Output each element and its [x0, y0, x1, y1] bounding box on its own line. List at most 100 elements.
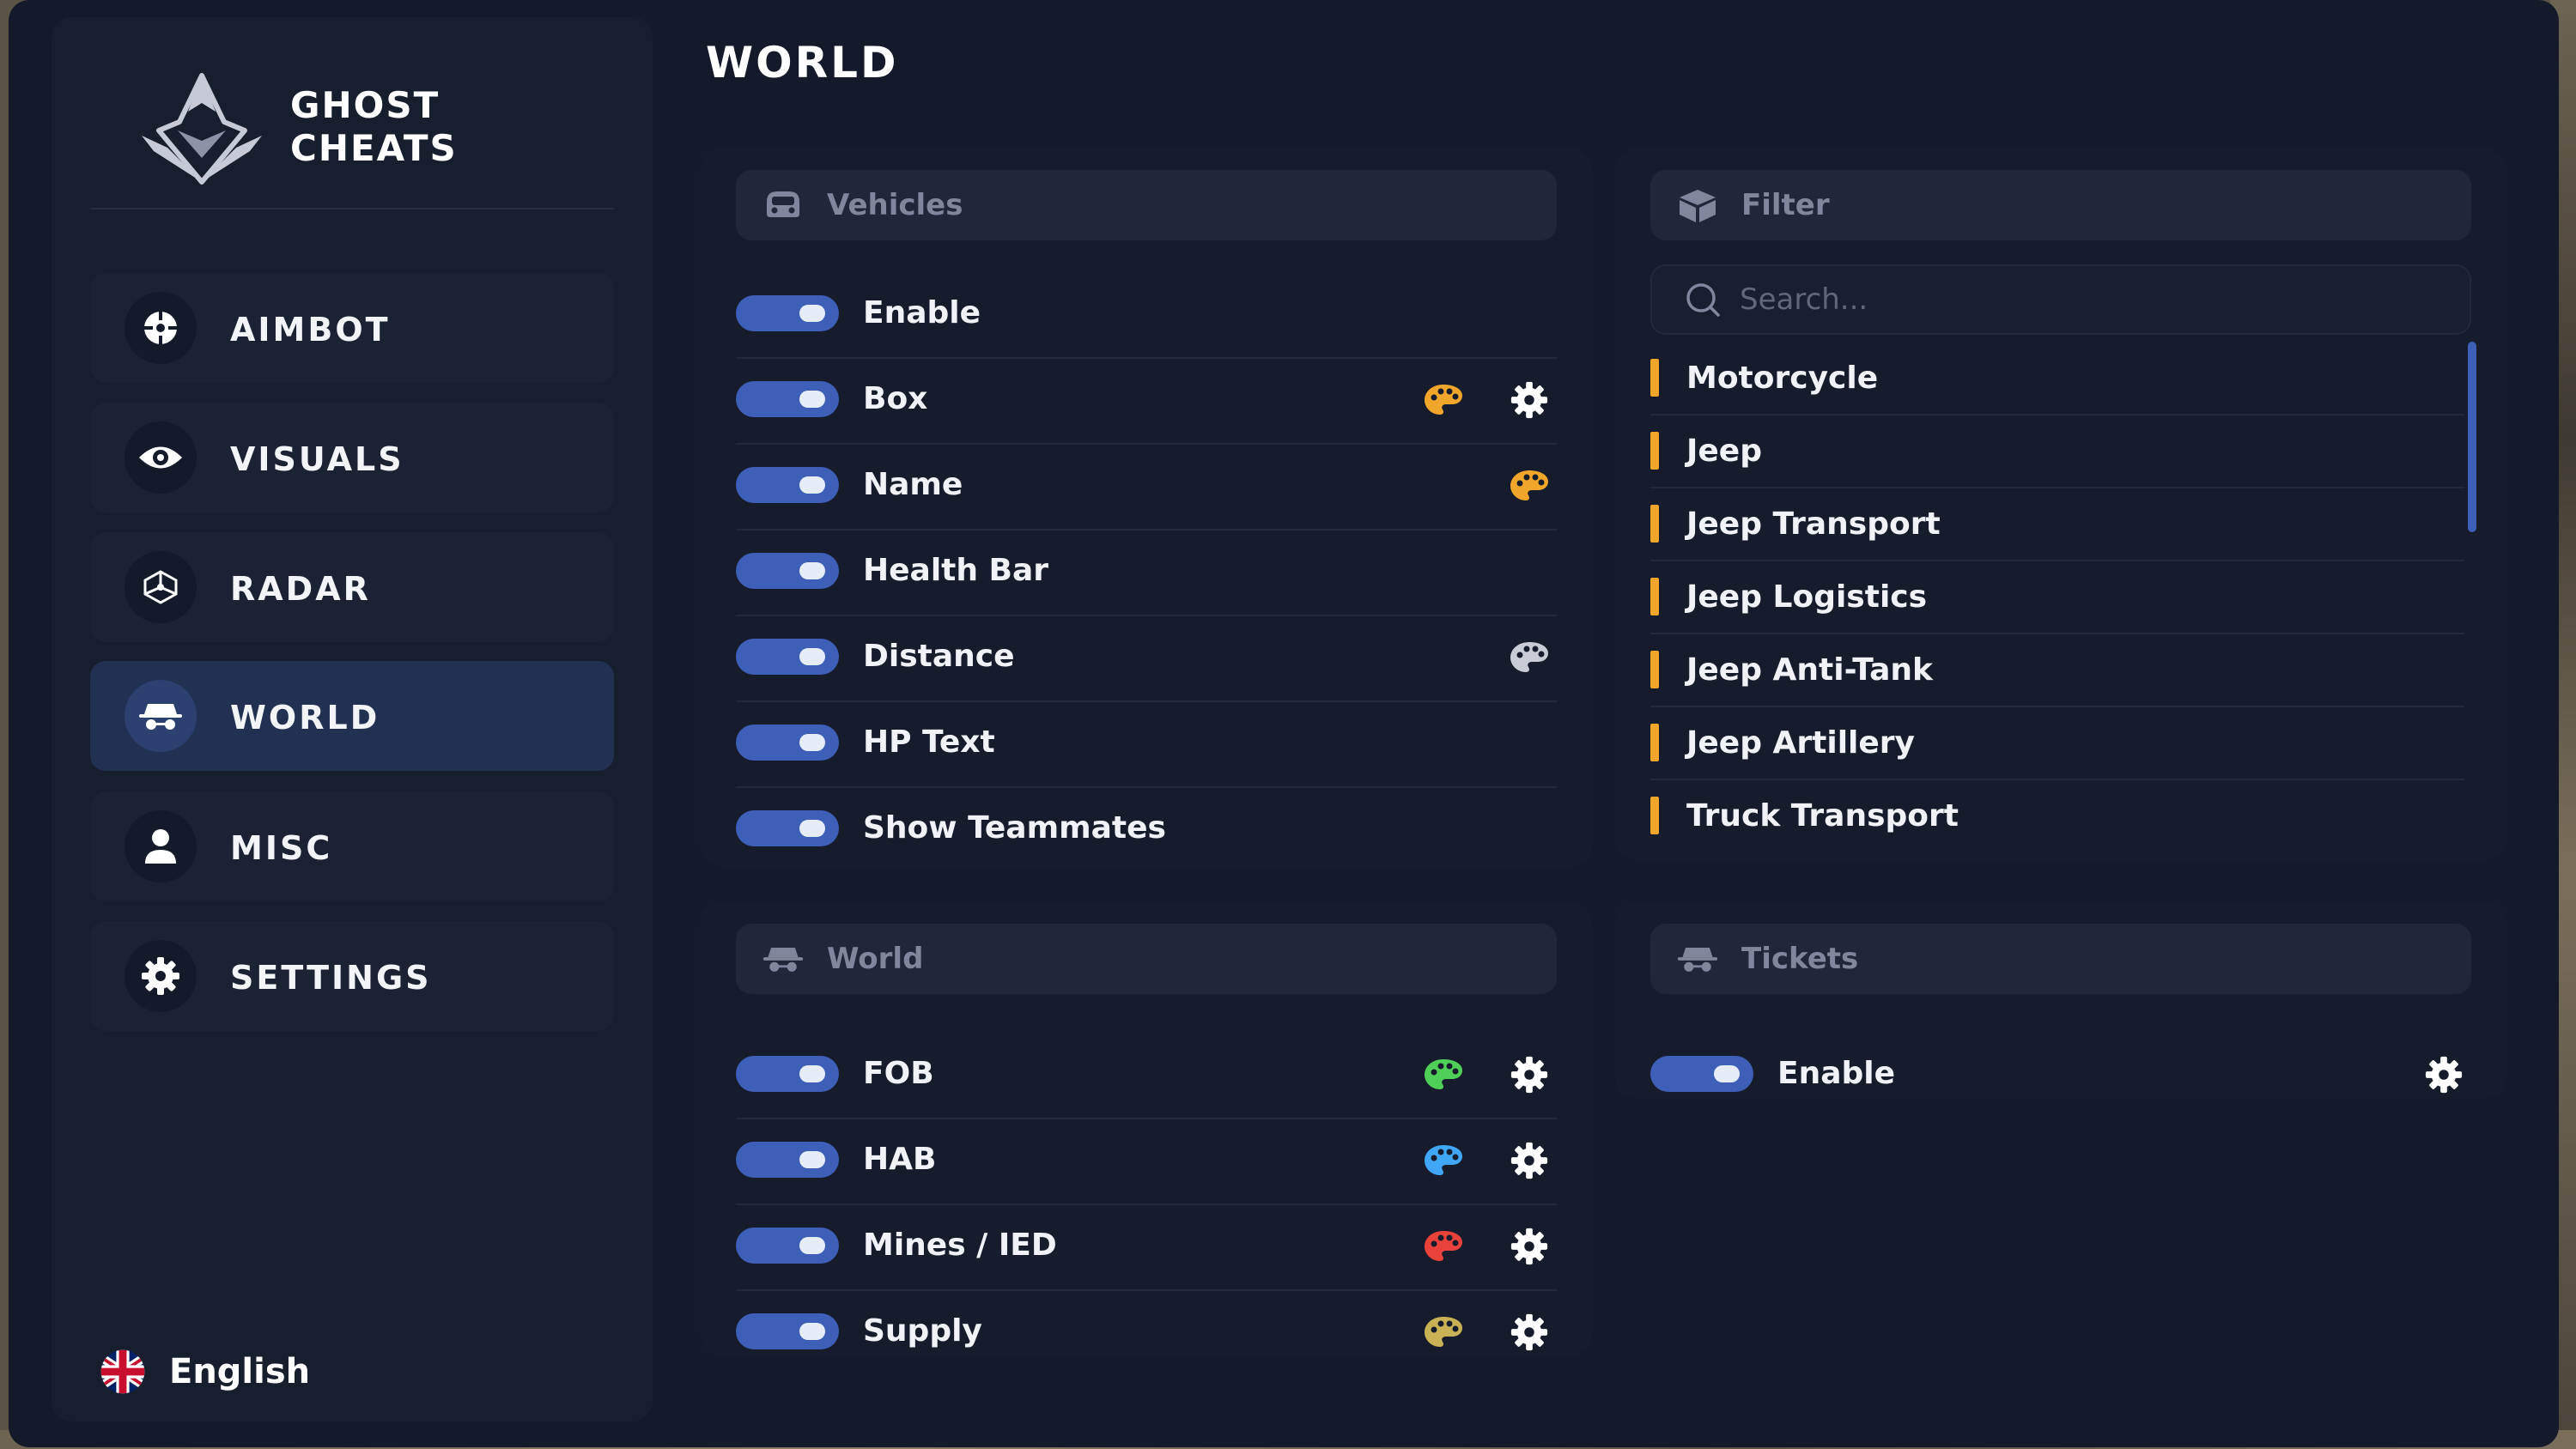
- toggle-knob: [799, 391, 825, 408]
- world-row-fob: FOB: [736, 1032, 1557, 1119]
- sidebar-item-label: WORLD: [230, 699, 380, 737]
- tickets-panel-header: Tickets: [1650, 924, 2471, 994]
- tickets-row-enable: Enable: [1650, 1032, 2471, 1118]
- vehicles-row-name: Name: [736, 443, 1557, 530]
- search-input[interactable]: [1738, 282, 2257, 318]
- vehicles-panel-title: Vehicles: [827, 188, 963, 222]
- spy-icon: [762, 948, 804, 972]
- search-icon: [1686, 283, 1720, 317]
- toggle-knob: [799, 734, 825, 751]
- color-palette-icon[interactable]: [1423, 1228, 1464, 1265]
- gear-icon[interactable]: [1509, 1142, 1550, 1179]
- tickets-panel-title: Tickets: [1741, 942, 1859, 976]
- gear-icon[interactable]: [1509, 1056, 1550, 1094]
- row-label: Mines / IED: [863, 1228, 1057, 1263]
- gear-icon[interactable]: [1509, 1228, 1550, 1265]
- color-palette-icon[interactable]: [1423, 1142, 1464, 1179]
- filter-item-jeep-anti-tank[interactable]: Jeep Anti-Tank: [1650, 634, 2464, 707]
- sidebar-item-settings[interactable]: SETTINGS: [90, 921, 614, 1031]
- sidebar-item-radar[interactable]: RADAR: [90, 532, 614, 642]
- toggle-knob: [799, 820, 825, 837]
- filter-item-motorcycle[interactable]: Motorcycle: [1650, 342, 2464, 415]
- box-icon: [1680, 190, 1716, 222]
- color-palette-icon[interactable]: [1509, 467, 1550, 505]
- page-title: WORLD: [706, 38, 899, 88]
- vehicles-panel-header: Vehicles: [736, 170, 1557, 240]
- toggle-knob: [799, 305, 825, 322]
- color-palette-icon[interactable]: [1509, 639, 1550, 676]
- filter-item-accent: [1650, 724, 1659, 761]
- filter-item-label: Jeep Artillery: [1686, 725, 1916, 761]
- world-row-mines-ied: Mines / IED: [736, 1203, 1557, 1291]
- vehicles-row-health-bar: Health Bar: [736, 529, 1557, 616]
- filter-item-label: Truck Transport: [1686, 798, 1959, 834]
- color-palette-icon[interactable]: [1423, 381, 1464, 419]
- toggle-knob: [799, 562, 825, 579]
- mines-ied-toggle[interactable]: [736, 1228, 839, 1264]
- gear-icon: [125, 940, 197, 1012]
- toggle-knob: [799, 476, 825, 494]
- world-row-supply: Supply: [736, 1289, 1557, 1375]
- row-label: HP Text: [863, 724, 995, 760]
- enable-toggle[interactable]: [736, 295, 839, 331]
- filter-scrollbar[interactable]: [2468, 342, 2476, 532]
- brand-line-2: CHEATS: [290, 127, 458, 169]
- sidebar-item-aimbot[interactable]: AIMBOT: [90, 273, 614, 383]
- world-panel-title: World: [827, 942, 924, 976]
- language-selector[interactable]: English: [90, 1349, 310, 1394]
- car-icon: [767, 191, 799, 217]
- sidebar-item-label: SETTINGS: [230, 959, 432, 997]
- hp-text-toggle[interactable]: [736, 724, 839, 761]
- row-label: HAB: [863, 1142, 937, 1177]
- eye-icon: [125, 421, 197, 494]
- radar-icon: [125, 551, 197, 623]
- tickets-enable-toggle[interactable]: [1650, 1056, 1753, 1092]
- filter-item-label: Jeep Logistics: [1686, 579, 1928, 615]
- health-bar-toggle[interactable]: [736, 553, 839, 589]
- filter-panel-header: Filter: [1650, 170, 2471, 240]
- gear-icon[interactable]: [1509, 1313, 1550, 1351]
- filter-item-accent: [1650, 651, 1659, 688]
- sidebar-item-visuals[interactable]: VISUALS: [90, 403, 614, 512]
- vehicles-row-enable: Enable: [736, 271, 1557, 359]
- filter-item-truck-transport[interactable]: Truck Transport: [1650, 779, 2464, 852]
- tickets-panel: Tickets Enable: [1614, 901, 2507, 1099]
- world-panel: World FOB HAB Mines / IED Supply: [700, 901, 1593, 1356]
- vehicles-row-show-teammates: Show Teammates: [736, 786, 1557, 872]
- world-panel-header: World: [736, 924, 1557, 994]
- color-palette-icon[interactable]: [1423, 1056, 1464, 1094]
- box-toggle[interactable]: [736, 381, 839, 417]
- spy-icon: [1677, 948, 1718, 972]
- vehicles-row-box: Box: [736, 357, 1557, 445]
- filter-panel: Filter Motorcycle Jeep Jeep Transport Je…: [1614, 148, 2507, 860]
- supply-toggle[interactable]: [736, 1313, 839, 1349]
- show-teammates-toggle[interactable]: [736, 810, 839, 846]
- filter-item-jeep-artillery[interactable]: Jeep Artillery: [1650, 706, 2464, 780]
- filter-item-accent: [1650, 578, 1659, 615]
- sidebar-item-misc[interactable]: MISC: [90, 791, 614, 901]
- distance-toggle[interactable]: [736, 639, 839, 675]
- row-label: Show Teammates: [863, 810, 1166, 846]
- gear-icon[interactable]: [1509, 381, 1550, 419]
- sidebar-item-label: MISC: [230, 829, 333, 867]
- filter-item-jeep-logistics[interactable]: Jeep Logistics: [1650, 561, 2464, 634]
- brand-name: GHOST CHEATS: [290, 84, 458, 170]
- sidebar-item-world[interactable]: WORLD: [90, 661, 614, 771]
- row-label: Box: [863, 381, 928, 416]
- filter-panel-title: Filter: [1741, 188, 1830, 222]
- color-palette-icon[interactable]: [1423, 1313, 1464, 1351]
- filter-item-label: Motorcycle: [1686, 361, 1879, 396]
- name-toggle[interactable]: [736, 467, 839, 503]
- hab-toggle[interactable]: [736, 1142, 839, 1178]
- filter-item-jeep-transport[interactable]: Jeep Transport: [1650, 488, 2464, 561]
- row-label: Enable: [1777, 1056, 1896, 1091]
- gear-icon[interactable]: [2423, 1056, 2464, 1094]
- fob-toggle[interactable]: [736, 1056, 839, 1092]
- toggle-knob: [799, 1151, 825, 1168]
- filter-item-label: Jeep: [1686, 433, 1762, 469]
- language-label: English: [169, 1352, 311, 1391]
- filter-item-jeep[interactable]: Jeep: [1650, 415, 2464, 488]
- ghost-logo-icon: [142, 73, 262, 185]
- sidebar-item-label: RADAR: [230, 570, 371, 608]
- crosshair-icon: [125, 292, 197, 364]
